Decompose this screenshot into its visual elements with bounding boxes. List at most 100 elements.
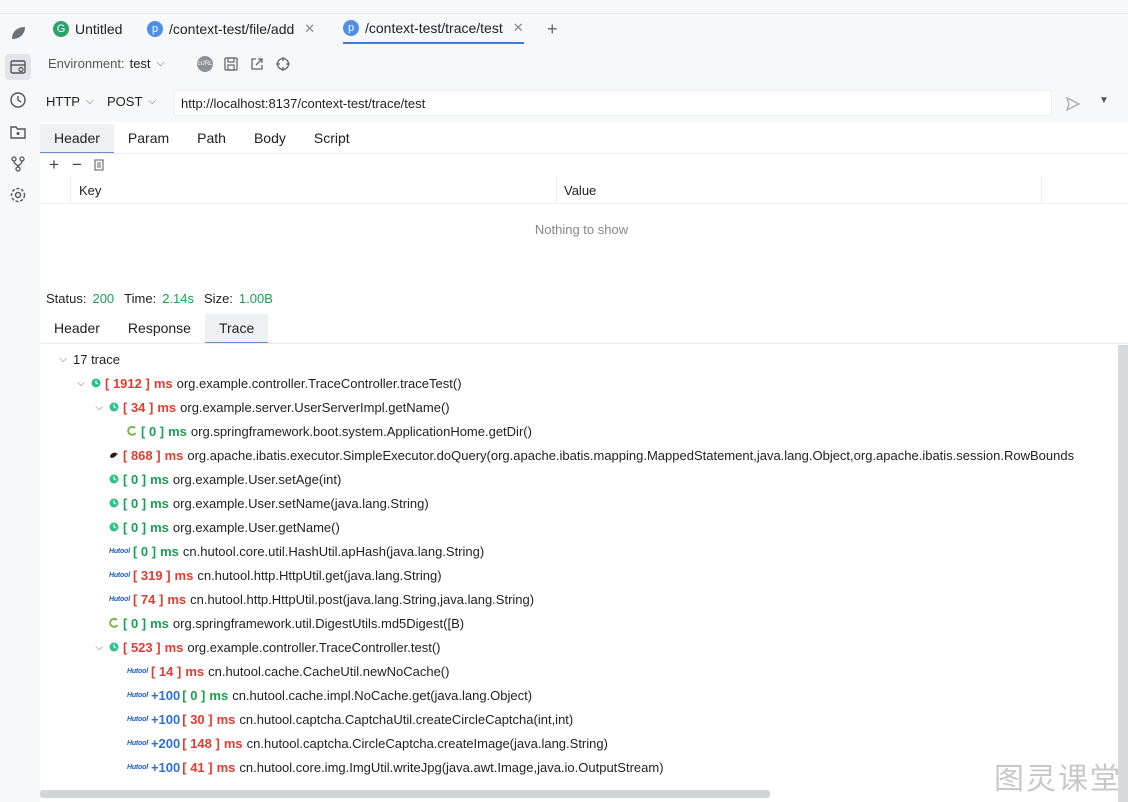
trace-duration-unit: ms: [157, 399, 177, 415]
folder-icon[interactable]: [5, 119, 31, 145]
target-locate-icon[interactable]: [275, 56, 291, 72]
trace-row[interactable]: [ 0 ] ms org.springframework.boot.system.A…: [111, 419, 532, 443]
copy-icon[interactable]: [92, 158, 105, 172]
trace-offset: +200: [150, 735, 181, 751]
remove-row-icon[interactable]: −: [72, 155, 82, 175]
chevron-down-icon: ⌵: [85, 96, 94, 107]
git-branch-icon[interactable]: [5, 151, 31, 177]
time-value: 2.14s: [162, 291, 195, 306]
add-row-icon[interactable]: +: [49, 155, 59, 175]
environment-bar: Environment: test ⌵ cURL: [40, 44, 1128, 84]
trace-method: org.example.User.setAge(int): [172, 471, 342, 487]
hutool-icon: Hutool: [109, 547, 130, 555]
clock-icon: [109, 522, 123, 532]
trace-row[interactable]: Hutool +100[ 0 ] ms cn.hutool.cache.impl.No…: [111, 683, 532, 707]
api-request-icon[interactable]: [5, 54, 31, 80]
divider: [40, 343, 1128, 344]
trace-method: org.example.server.UserServerImpl.getNam…: [180, 399, 450, 415]
request-tab-bar: G Untitled p /context-test/file/add ✕ p …: [40, 14, 1128, 44]
tab-response-body[interactable]: Response: [114, 314, 205, 342]
key-column-header: Key: [79, 183, 102, 198]
trace-method: cn.hutool.cache.impl.NoCache.get(java.la…: [232, 687, 533, 703]
tab-trace-test[interactable]: p /context-test/trace/test ✕: [343, 14, 524, 44]
tab-response-header[interactable]: Header: [40, 314, 114, 342]
trace-method: org.apache.ibatis.executor.SimpleExecuto…: [187, 447, 1075, 463]
trace-row[interactable]: ⌵ [ 523 ] ms org.example.controller.TraceCo…: [93, 635, 441, 659]
chevron-down-icon[interactable]: ⌵: [93, 642, 105, 653]
hutool-icon: Hutool: [127, 715, 148, 723]
size-label: Size:: [204, 291, 233, 306]
trace-row[interactable]: [ 0 ] ms org.springframework.util.DigestUt…: [93, 611, 464, 635]
tab-untitled[interactable]: G Untitled: [53, 14, 122, 44]
trace-row[interactable]: [ 0 ] ms org.example.User.setName(java.lan…: [93, 491, 429, 515]
trace-duration: [ 74 ]: [132, 591, 164, 607]
trace-root-label: 17 trace: [73, 351, 120, 367]
trace-duration-unit: ms: [167, 591, 187, 607]
protocol-select[interactable]: HTTP ⌵: [46, 94, 94, 109]
environment-value: test: [129, 56, 151, 71]
trace-duration: [ 0 ]: [123, 519, 147, 535]
trace-root[interactable]: ⌵ 17 trace: [57, 347, 120, 371]
chevron-down-icon[interactable]: ⌵: [57, 354, 69, 365]
send-icon[interactable]: [1065, 96, 1081, 112]
spring-icon: [109, 618, 123, 628]
environment-select[interactable]: Environment: test ⌵: [48, 56, 164, 71]
chevron-down-icon[interactable]: ⌵: [93, 402, 105, 413]
trace-row[interactable]: Hutool +100[ 41 ] ms cn.hutool.core.img.Img…: [111, 755, 664, 779]
settings-gear-icon[interactable]: [5, 182, 31, 208]
hutool-icon: Hutool: [127, 691, 148, 699]
tab-label: Untitled: [75, 21, 123, 37]
trace-row[interactable]: Hutool[ 74 ] ms cn.hutool.http.HttpUtil.po…: [93, 587, 534, 611]
leaf-icon[interactable]: [5, 20, 31, 46]
value-column-header: Value: [564, 183, 597, 198]
trace-duration-unit: ms: [153, 375, 173, 391]
trace-duration: [ 14 ]: [150, 663, 182, 679]
tab-request-script[interactable]: Script: [300, 124, 364, 152]
url-input[interactable]: http://localhost:8137/context-test/trace…: [174, 90, 1052, 116]
trace-method: org.example.controller.TraceController.t…: [187, 639, 441, 655]
spring-icon: [127, 426, 141, 436]
close-icon[interactable]: ✕: [304, 21, 315, 37]
trace-duration-unit: ms: [209, 687, 229, 703]
trace-row[interactable]: Hutool[ 319 ] ms cn.hutool.http.HttpUtil.g…: [93, 563, 442, 587]
trace-duration-unit: ms: [164, 447, 184, 463]
trace-row[interactable]: Hutool[ 14 ] ms cn.hutool.cache.CacheUtil.…: [111, 659, 449, 683]
trace-row[interactable]: Hutool[ 0 ] ms cn.hutool.core.util.HashUti…: [93, 539, 484, 563]
trace-offset: +100: [150, 759, 181, 775]
tab-response-trace[interactable]: Trace: [204, 314, 269, 344]
tab-request-param[interactable]: Param: [114, 124, 183, 152]
window-top-strip: [0, 0, 1128, 14]
request-section-tabs: Header Param Path Body Script: [40, 124, 364, 154]
horizontal-scrollbar[interactable]: [40, 790, 770, 798]
method-select[interactable]: POST ⌵: [107, 94, 156, 109]
trace-row[interactable]: [ 0 ] ms org.example.User.setAge(int): [93, 467, 341, 491]
trace-duration: [ 34 ]: [123, 399, 154, 415]
trace-row[interactable]: [ 868 ] ms org.apache.ibatis.executor.Simp…: [93, 443, 1074, 467]
trace-duration-unit: ms: [160, 543, 179, 559]
trace-tree: ⌵ 17 trace ⌵[ 1912 ] ms org.example.contro…: [40, 345, 1111, 790]
close-icon[interactable]: ✕: [513, 20, 524, 36]
vertical-scrollbar[interactable]: [1118, 345, 1128, 802]
trace-method: org.example.User.getName(): [172, 519, 340, 535]
add-tab-icon[interactable]: +: [547, 14, 558, 44]
chevron-down-icon[interactable]: ⌵: [75, 378, 87, 389]
tab-file-add[interactable]: p /context-test/file/add ✕: [147, 14, 315, 44]
clock-icon: [91, 378, 105, 388]
tab-request-header[interactable]: Header: [40, 124, 114, 154]
open-external-icon[interactable]: [249, 56, 265, 72]
tab-request-path[interactable]: Path: [183, 124, 240, 152]
history-clock-icon[interactable]: [5, 87, 31, 113]
trace-row[interactable]: Hutool +200[ 148 ] ms cn.hutool.captcha.Cir…: [111, 731, 608, 755]
hutool-icon: Hutool: [109, 571, 130, 579]
trace-row[interactable]: ⌵ [ 34 ] ms org.example.server.UserServerIm…: [93, 395, 450, 419]
time-label: Time:: [124, 291, 157, 306]
tab-request-body[interactable]: Body: [240, 124, 300, 152]
send-options-chevron-icon[interactable]: ▼: [1099, 95, 1109, 106]
curl-icon[interactable]: cURL: [197, 56, 213, 72]
save-icon[interactable]: [223, 56, 239, 72]
trace-row[interactable]: Hutool +100[ 30 ] ms cn.hutool.captcha.Capt…: [111, 707, 573, 731]
response-status: Status: 200 Time: 2.14s Size: 1.00B: [46, 291, 273, 306]
trace-duration-unit: ms: [150, 519, 169, 535]
trace-row[interactable]: ⌵ [ 1912 ] ms org.example.controller.TraceC…: [75, 371, 461, 395]
trace-row[interactable]: [ 0 ] ms org.example.User.getName(): [93, 515, 340, 539]
